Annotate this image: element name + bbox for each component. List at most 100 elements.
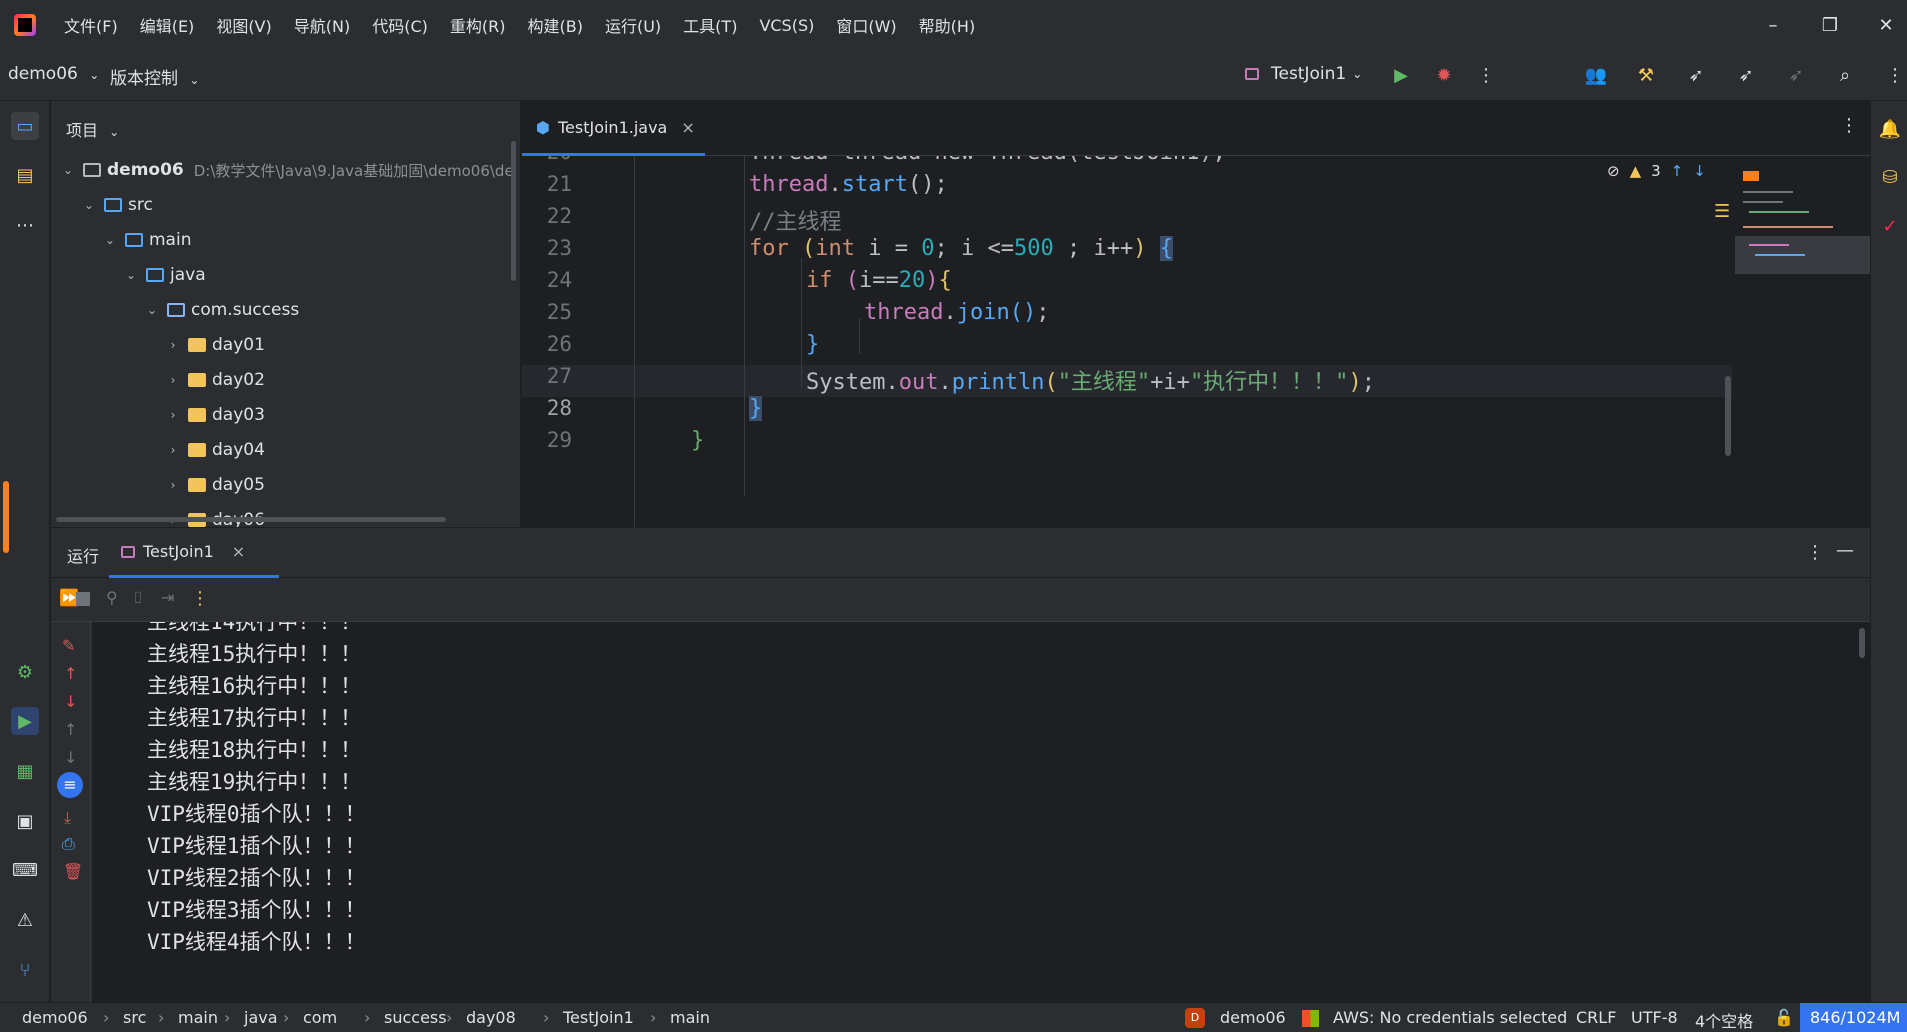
menu-file[interactable]: 文件(F) xyxy=(64,13,118,37)
tree-item-com-success[interactable]: ⌄ com.success xyxy=(145,295,299,325)
terminal-icon[interactable]: ⌨ xyxy=(11,856,39,884)
more-icon[interactable]: ⋮ xyxy=(1473,62,1499,88)
project-icon[interactable]: ▭ xyxy=(11,112,39,140)
chevron-right-icon[interactable]: › xyxy=(166,338,180,352)
team-icon[interactable]: 👥 xyxy=(1583,62,1609,88)
soft-wrap-icon[interactable]: ≡ xyxy=(57,772,83,798)
exit-icon[interactable]: ⇥ xyxy=(161,588,174,607)
maven-icon[interactable]: ✓ xyxy=(1876,212,1904,240)
restore-button[interactable]: ❐ xyxy=(1806,0,1854,50)
console-scrollbar[interactable] xyxy=(1859,628,1865,658)
editor-scrollbar[interactable] xyxy=(1725,376,1731,456)
arrow-down-icon[interactable]: ↓ xyxy=(1693,162,1706,180)
warning-stripe-icon[interactable]: ☰ xyxy=(1714,201,1730,222)
minimize-icon[interactable]: — xyxy=(1836,540,1854,561)
notifications-icon[interactable]: 🔔 xyxy=(1876,115,1904,143)
breadcrumb-item[interactable]: main xyxy=(670,1008,710,1027)
tree-item-day02[interactable]: › day02 xyxy=(166,365,265,395)
close-button[interactable]: ✕ xyxy=(1862,0,1907,50)
close-icon[interactable]: × xyxy=(681,118,694,137)
status-project[interactable]: demo06 xyxy=(1220,1008,1286,1027)
eye-crossed-icon[interactable]: ⊘ xyxy=(1607,162,1620,180)
breadcrumb-item[interactable]: main xyxy=(178,1008,218,1027)
arrow-up-icon[interactable]: ↑ xyxy=(1671,162,1684,180)
scroll-to-end-icon[interactable]: ⤓ xyxy=(64,808,71,828)
menu-tools[interactable]: 工具(T) xyxy=(683,13,737,37)
menu-vcs[interactable]: VCS(S) xyxy=(759,16,814,35)
lock-icon[interactable]: 🔓 xyxy=(1774,1008,1794,1027)
chevron-down-icon[interactable]: ⌄ xyxy=(124,268,138,282)
horizontal-scrollbar[interactable] xyxy=(56,517,446,522)
editor-tab[interactable]: ⬢ TestJoin1.java × xyxy=(522,101,705,156)
chevron-right-icon[interactable]: › xyxy=(166,478,180,492)
project-panel-header[interactable]: 项目 ⌄ xyxy=(66,117,119,141)
tree-item-demo06[interactable]: ⌄ demo06 D:\教学文件\Java\9.Java基础加固\demo06\de xyxy=(61,155,514,185)
arrow-up-icon[interactable]: ↑ xyxy=(64,664,77,683)
chevron-down-icon[interactable]: ⌄ xyxy=(145,303,159,317)
tree-item-src[interactable]: ⌄ src xyxy=(82,190,153,220)
more-icon[interactable]: ⋮ xyxy=(191,588,209,609)
tree-item-day01[interactable]: › day01 xyxy=(166,330,265,360)
debug-icon[interactable]: ✹ xyxy=(1431,62,1457,88)
menu-help[interactable]: 帮助(H) xyxy=(919,13,976,37)
menu-run[interactable]: 运行(U) xyxy=(605,13,661,37)
search-icon[interactable]: ⌕ xyxy=(1832,62,1858,88)
status-aws[interactable]: AWS: No credentials selected xyxy=(1333,1008,1567,1027)
menu-refactor[interactable]: 重构(R) xyxy=(450,13,506,37)
menu-build[interactable]: 构建(B) xyxy=(528,13,583,37)
code-editor[interactable]: 20 21 22 23 24 25 26 27 28 29 Thread thread=new T… xyxy=(522,156,1870,527)
more-icon[interactable]: ⋯ xyxy=(11,211,39,239)
vcs-selector[interactable]: 版本控制 ⌄ xyxy=(110,64,199,89)
breadcrumb-item[interactable]: demo06 xyxy=(22,1008,88,1027)
breadcrumb-item[interactable]: java xyxy=(244,1008,278,1027)
console-output[interactable]: 主线程14执行中！！！ 主线程15执行中！！！ 主线程16执行中！！！ 主线程17执行… xyxy=(92,622,1870,1002)
menu-window[interactable]: 窗口(W) xyxy=(836,13,896,37)
plugins-icon[interactable]: ▦ xyxy=(11,757,39,785)
minimap[interactable] xyxy=(1735,156,1870,301)
menu-code[interactable]: 代码(C) xyxy=(372,13,428,37)
deploy-icon[interactable]: ➶ xyxy=(1733,62,1759,88)
chevron-down-icon[interactable]: ⌄ xyxy=(82,198,96,212)
clear-highlight-icon[interactable]: ✎ xyxy=(62,636,75,655)
tree-item-java[interactable]: ⌄ java xyxy=(124,260,206,290)
breadcrumb-item[interactable]: success xyxy=(384,1008,447,1027)
arrow-down-icon[interactable]: ↓ xyxy=(64,692,77,711)
trash-icon[interactable]: 🗑 xyxy=(63,862,83,881)
chevron-right-icon[interactable]: › xyxy=(166,408,180,422)
git-icon[interactable]: ⑂ xyxy=(11,956,39,984)
more-icon[interactable]: ⋮ xyxy=(1806,542,1824,563)
tree-item-day03[interactable]: › day03 xyxy=(166,400,265,430)
attach-debugger-icon[interactable]: ⚲ xyxy=(106,588,118,607)
menu-edit[interactable]: 编辑(E) xyxy=(140,13,195,37)
print-icon[interactable]: ⎙ xyxy=(62,834,75,854)
arrow-down-icon[interactable]: ↓ xyxy=(64,748,77,767)
more-icon[interactable]: ⋮ xyxy=(1882,62,1907,88)
breadcrumb-item[interactable]: com xyxy=(303,1008,337,1027)
tree-item-day05[interactable]: › day05 xyxy=(166,470,265,500)
run-tab[interactable]: TestJoin1 × xyxy=(109,528,279,578)
menu-view[interactable]: 视图(V) xyxy=(216,13,271,37)
problems-icon[interactable]: ⚠ xyxy=(11,906,39,934)
deploy-icon[interactable]: ➶ xyxy=(1683,62,1709,88)
build-icon[interactable]: ▣ xyxy=(11,807,39,835)
stop-icon[interactable] xyxy=(76,592,90,606)
more-icon[interactable]: ⋮ xyxy=(1840,115,1858,136)
chevron-right-icon[interactable]: › xyxy=(166,373,180,387)
inspection-widget[interactable]: ⊘ ▲ 3 ↑ ↓ xyxy=(1607,162,1706,180)
close-icon[interactable]: × xyxy=(232,542,245,561)
intellij-logo-icon[interactable] xyxy=(14,14,36,36)
arrow-up-icon[interactable]: ↑ xyxy=(64,720,77,739)
menu-navigate[interactable]: 导航(N) xyxy=(294,13,350,37)
breadcrumb-item[interactable]: day08 xyxy=(466,1008,516,1027)
camera-icon[interactable]: ⌷ xyxy=(133,588,143,608)
deploy-icon[interactable]: ➶ xyxy=(1783,62,1809,88)
minimize-button[interactable]: – xyxy=(1749,0,1797,50)
run-icon[interactable]: ▶ xyxy=(1388,62,1414,88)
services-icon[interactable]: ⚙ xyxy=(11,658,39,686)
chevron-right-icon[interactable]: › xyxy=(166,443,180,457)
structure-icon[interactable]: ▤ xyxy=(11,161,39,189)
build-tools-icon[interactable]: ⚒ xyxy=(1633,62,1659,88)
run-configuration-selector[interactable]: TestJoin1 ⌄ xyxy=(1245,64,1362,84)
tree-item-day04[interactable]: › day04 xyxy=(166,435,265,465)
tree-item-day06[interactable]: ›day06 xyxy=(166,505,265,527)
